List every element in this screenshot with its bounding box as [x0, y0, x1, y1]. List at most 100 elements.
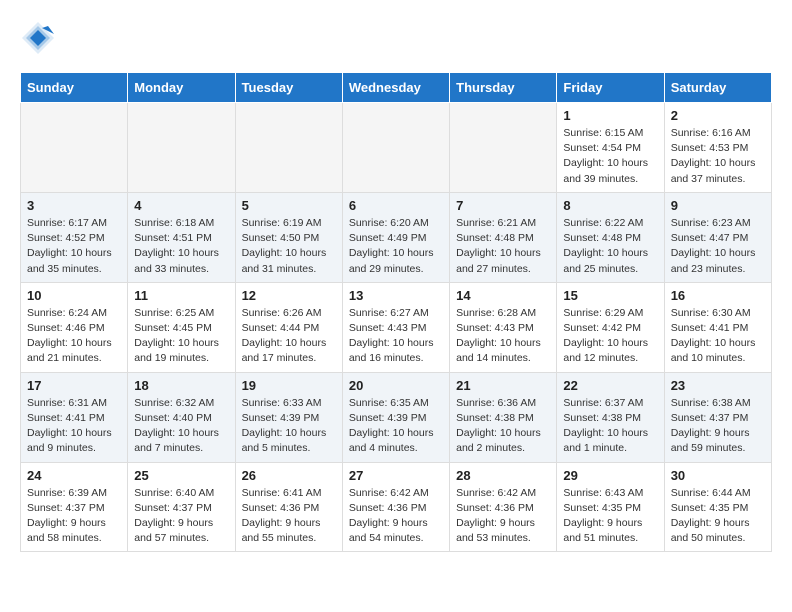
calendar-cell: 9 Sunrise: 6:23 AM Sunset: 4:47 PM Daylig…: [664, 192, 771, 282]
day-number: 10: [27, 288, 121, 303]
day-info: Sunrise: 6:29 AM Sunset: 4:42 PM Dayligh…: [563, 306, 657, 367]
day-info: Sunrise: 6:25 AM Sunset: 4:45 PM Dayligh…: [134, 306, 228, 367]
day-info: Sunrise: 6:24 AM Sunset: 4:46 PM Dayligh…: [27, 306, 121, 367]
logo: [20, 20, 60, 56]
day-number: 26: [242, 468, 336, 483]
day-number: 15: [563, 288, 657, 303]
day-number: 14: [456, 288, 550, 303]
day-info: Sunrise: 6:26 AM Sunset: 4:44 PM Dayligh…: [242, 306, 336, 367]
day-number: 7: [456, 198, 550, 213]
calendar-week-row: 24 Sunrise: 6:39 AM Sunset: 4:37 PM Dayli…: [21, 462, 772, 552]
day-number: 24: [27, 468, 121, 483]
calendar-cell: 1 Sunrise: 6:15 AM Sunset: 4:54 PM Daylig…: [557, 103, 664, 193]
day-number: 8: [563, 198, 657, 213]
weekday-header: Saturday: [664, 73, 771, 103]
calendar-cell: 2 Sunrise: 6:16 AM Sunset: 4:53 PM Daylig…: [664, 103, 771, 193]
day-number: 25: [134, 468, 228, 483]
calendar-cell: 18 Sunrise: 6:32 AM Sunset: 4:40 PM Dayli…: [128, 372, 235, 462]
calendar-cell: 3Sunrise: 6:17 AM Sunset: 4:52 PM Daylig…: [21, 192, 128, 282]
calendar-cell: 7 Sunrise: 6:21 AM Sunset: 4:48 PM Daylig…: [450, 192, 557, 282]
day-info: Sunrise: 6:27 AM Sunset: 4:43 PM Dayligh…: [349, 306, 443, 367]
day-number: 19: [242, 378, 336, 393]
day-number: 6: [349, 198, 443, 213]
calendar-cell: 8 Sunrise: 6:22 AM Sunset: 4:48 PM Daylig…: [557, 192, 664, 282]
calendar-cell: [450, 103, 557, 193]
day-info: Sunrise: 6:35 AM Sunset: 4:39 PM Dayligh…: [349, 396, 443, 457]
day-number: 21: [456, 378, 550, 393]
calendar-cell: 29Sunrise: 6:43 AM Sunset: 4:35 PM Dayli…: [557, 462, 664, 552]
day-info: Sunrise: 6:38 AM Sunset: 4:37 PM Dayligh…: [671, 396, 765, 457]
day-info: Sunrise: 6:42 AM Sunset: 4:36 PM Dayligh…: [456, 486, 550, 547]
day-info: Sunrise: 6:23 AM Sunset: 4:47 PM Dayligh…: [671, 216, 765, 277]
weekday-header: Thursday: [450, 73, 557, 103]
day-number: 30: [671, 468, 765, 483]
weekday-header: Sunday: [21, 73, 128, 103]
calendar-cell: 23 Sunrise: 6:38 AM Sunset: 4:37 PM Dayli…: [664, 372, 771, 462]
day-info: Sunrise: 6:31 AM Sunset: 4:41 PM Dayligh…: [27, 396, 121, 457]
day-info: Sunrise: 6:33 AM Sunset: 4:39 PM Dayligh…: [242, 396, 336, 457]
day-info: Sunrise: 6:42 AM Sunset: 4:36 PM Dayligh…: [349, 486, 443, 547]
calendar-week-row: 17Sunrise: 6:31 AM Sunset: 4:41 PM Dayli…: [21, 372, 772, 462]
page-header: [20, 20, 772, 56]
day-info: Sunrise: 6:30 AM Sunset: 4:41 PM Dayligh…: [671, 306, 765, 367]
day-info: Sunrise: 6:20 AM Sunset: 4:49 PM Dayligh…: [349, 216, 443, 277]
calendar-header-row: SundayMondayTuesdayWednesdayThursdayFrid…: [21, 73, 772, 103]
calendar-cell: 4 Sunrise: 6:18 AM Sunset: 4:51 PM Daylig…: [128, 192, 235, 282]
calendar-week-row: 10 Sunrise: 6:24 AM Sunset: 4:46 PM Dayli…: [21, 282, 772, 372]
calendar-cell: 14 Sunrise: 6:28 AM Sunset: 4:43 PM Dayli…: [450, 282, 557, 372]
day-number: 12: [242, 288, 336, 303]
day-info: Sunrise: 6:22 AM Sunset: 4:48 PM Dayligh…: [563, 216, 657, 277]
calendar-cell: 21 Sunrise: 6:36 AM Sunset: 4:38 PM Dayli…: [450, 372, 557, 462]
day-number: 23: [671, 378, 765, 393]
day-info: Sunrise: 6:19 AM Sunset: 4:50 PM Dayligh…: [242, 216, 336, 277]
weekday-header: Tuesday: [235, 73, 342, 103]
calendar-cell: 13 Sunrise: 6:27 AM Sunset: 4:43 PM Dayli…: [342, 282, 449, 372]
day-number: 28: [456, 468, 550, 483]
calendar-week-row: 1 Sunrise: 6:15 AM Sunset: 4:54 PM Daylig…: [21, 103, 772, 193]
day-info: Sunrise: 6:39 AM Sunset: 4:37 PM Dayligh…: [27, 486, 121, 547]
weekday-header: Monday: [128, 73, 235, 103]
calendar-cell: 12 Sunrise: 6:26 AM Sunset: 4:44 PM Dayli…: [235, 282, 342, 372]
weekday-header: Friday: [557, 73, 664, 103]
day-number: 5: [242, 198, 336, 213]
calendar-cell: 22 Sunrise: 6:37 AM Sunset: 4:38 PM Dayli…: [557, 372, 664, 462]
day-info: Sunrise: 6:32 AM Sunset: 4:40 PM Dayligh…: [134, 396, 228, 457]
calendar-cell: 11 Sunrise: 6:25 AM Sunset: 4:45 PM Dayli…: [128, 282, 235, 372]
calendar-cell: 28 Sunrise: 6:42 AM Sunset: 4:36 PM Dayli…: [450, 462, 557, 552]
calendar-cell: [342, 103, 449, 193]
calendar-cell: 15 Sunrise: 6:29 AM Sunset: 4:42 PM Dayli…: [557, 282, 664, 372]
calendar-cell: 26Sunrise: 6:41 AM Sunset: 4:36 PM Dayli…: [235, 462, 342, 552]
calendar-cell: [128, 103, 235, 193]
day-info: Sunrise: 6:15 AM Sunset: 4:54 PM Dayligh…: [563, 126, 657, 187]
calendar-cell: 24 Sunrise: 6:39 AM Sunset: 4:37 PM Dayli…: [21, 462, 128, 552]
calendar-table: SundayMondayTuesdayWednesdayThursdayFrid…: [20, 72, 772, 552]
calendar-cell: 30Sunrise: 6:44 AM Sunset: 4:35 PM Dayli…: [664, 462, 771, 552]
day-info: Sunrise: 6:28 AM Sunset: 4:43 PM Dayligh…: [456, 306, 550, 367]
day-number: 13: [349, 288, 443, 303]
day-info: Sunrise: 6:18 AM Sunset: 4:51 PM Dayligh…: [134, 216, 228, 277]
day-info: Sunrise: 6:36 AM Sunset: 4:38 PM Dayligh…: [456, 396, 550, 457]
day-number: 16: [671, 288, 765, 303]
calendar-cell: 16 Sunrise: 6:30 AM Sunset: 4:41 PM Dayli…: [664, 282, 771, 372]
day-number: 27: [349, 468, 443, 483]
day-number: 2: [671, 108, 765, 123]
day-info: Sunrise: 6:16 AM Sunset: 4:53 PM Dayligh…: [671, 126, 765, 187]
day-number: 4: [134, 198, 228, 213]
calendar-cell: 10 Sunrise: 6:24 AM Sunset: 4:46 PM Dayli…: [21, 282, 128, 372]
logo-icon: [20, 20, 56, 56]
day-number: 22: [563, 378, 657, 393]
day-number: 1: [563, 108, 657, 123]
calendar-cell: 5 Sunrise: 6:19 AM Sunset: 4:50 PM Daylig…: [235, 192, 342, 282]
calendar-cell: [235, 103, 342, 193]
day-number: 18: [134, 378, 228, 393]
calendar-cell: 19 Sunrise: 6:33 AM Sunset: 4:39 PM Dayli…: [235, 372, 342, 462]
calendar-cell: 27 Sunrise: 6:42 AM Sunset: 4:36 PM Dayli…: [342, 462, 449, 552]
day-number: 29: [563, 468, 657, 483]
day-info: Sunrise: 6:21 AM Sunset: 4:48 PM Dayligh…: [456, 216, 550, 277]
calendar-cell: [21, 103, 128, 193]
day-info: Sunrise: 6:17 AM Sunset: 4:52 PM Dayligh…: [27, 216, 121, 277]
day-number: 9: [671, 198, 765, 213]
day-number: 11: [134, 288, 228, 303]
day-info: Sunrise: 6:37 AM Sunset: 4:38 PM Dayligh…: [563, 396, 657, 457]
weekday-header: Wednesday: [342, 73, 449, 103]
